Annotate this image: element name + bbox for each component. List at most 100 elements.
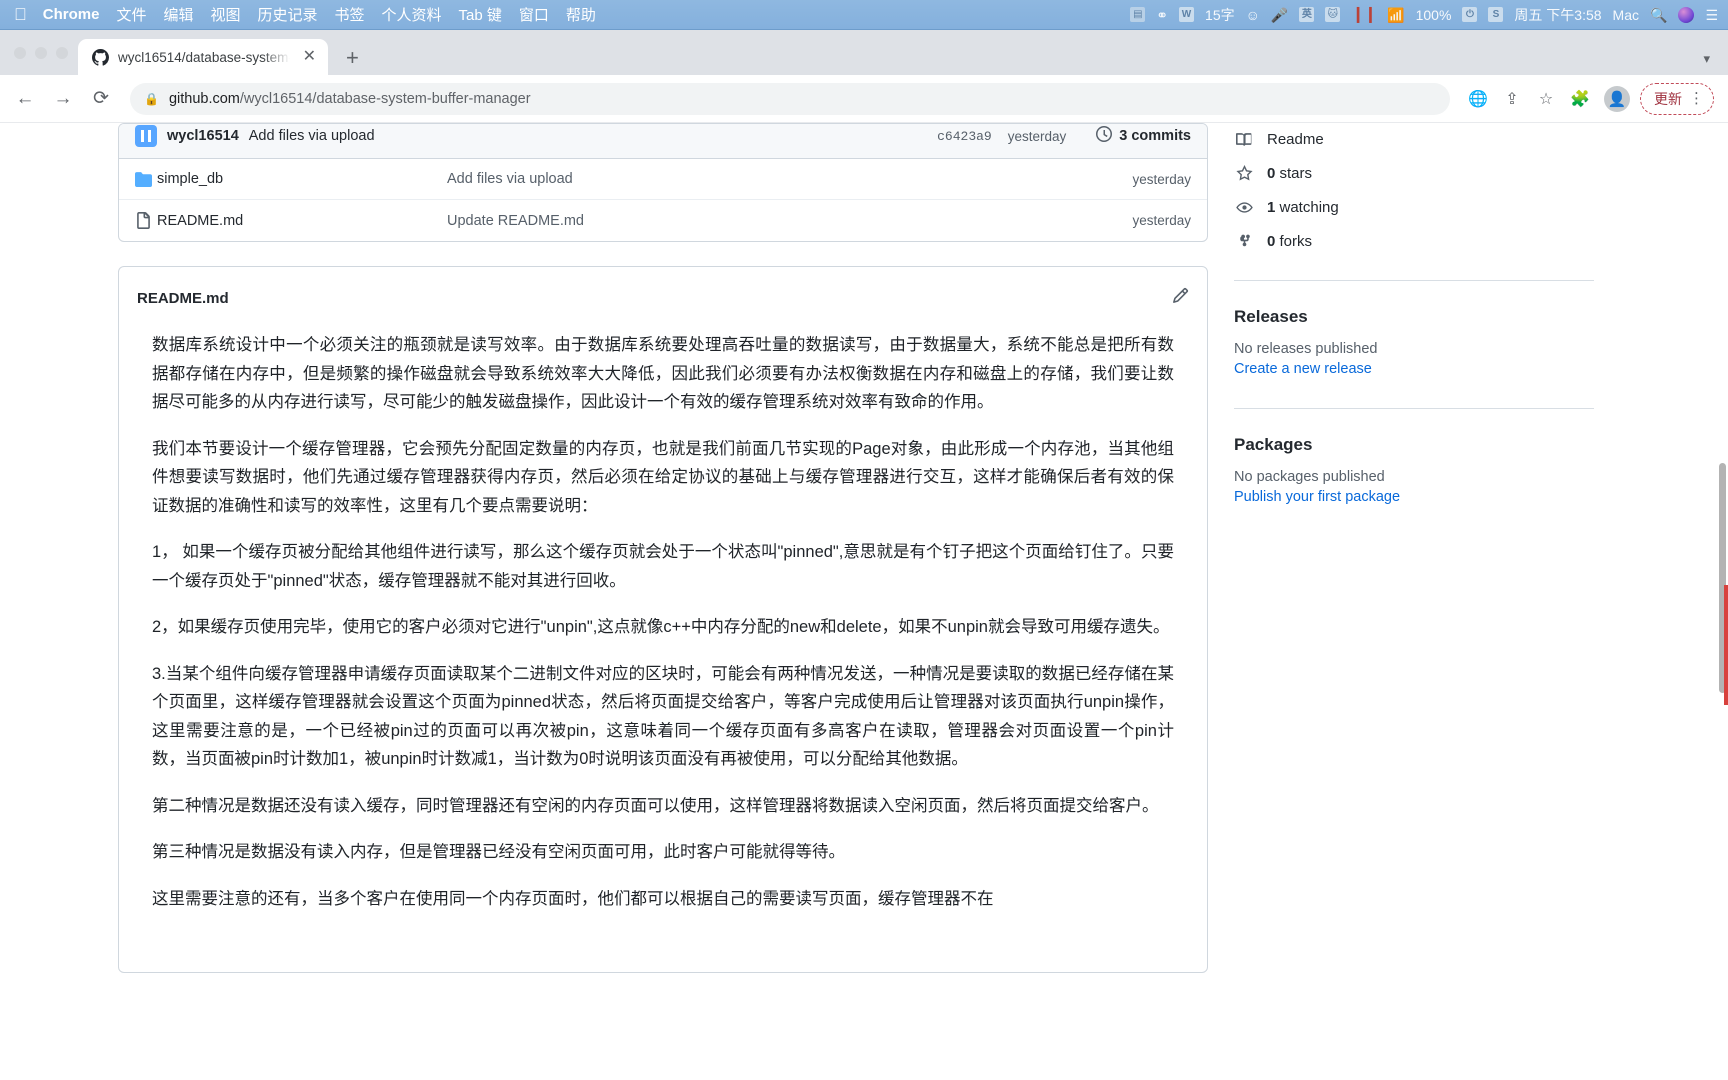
menu-item-bookmarks[interactable]: 书签 (335, 4, 365, 25)
sidebar-item-label: Readme (1267, 131, 1324, 148)
back-button[interactable]: ← (8, 82, 42, 116)
eye-icon (1234, 199, 1254, 216)
minimize-window-button[interactable] (35, 46, 47, 59)
table-row[interactable]: simple_db Add files via upload yesterday (119, 159, 1207, 200)
forks-label: forks (1275, 233, 1313, 250)
ime-char-count: 15字 (1205, 6, 1235, 23)
book-icon (1234, 131, 1254, 148)
profile-avatar[interactable]: 👤 (1604, 85, 1630, 112)
folder-icon (135, 171, 157, 188)
browser-tab-active[interactable]: wycl16514/database-system-b ✕ (78, 39, 328, 75)
readme-content: 数据库系统设计中一个必须关注的瓶颈就是读写效率。由于数据库系统要处理高吞吐量的数… (119, 315, 1207, 972)
screen-recorder-icon[interactable]: ▤ (1130, 7, 1146, 22)
releases-heading: Releases (1234, 307, 1308, 326)
github-favicon-icon (92, 48, 109, 66)
readme-paragraph: 数据库系统设计中一个必须关注的瓶颈就是读写效率。由于数据库系统要处理高吞吐量的数… (152, 336, 1174, 412)
publish-package-link[interactable]: Publish your first package (1234, 489, 1400, 505)
file-icon (135, 212, 157, 229)
translate-icon[interactable]: 🌐 (1462, 83, 1494, 115)
table-row[interactable]: README.md Update README.md yesterday (119, 200, 1207, 241)
commit-message[interactable]: Add files via upload (249, 128, 375, 144)
maximize-window-button[interactable] (56, 46, 68, 59)
releases-section: Releases No releases published Create a … (1234, 307, 1594, 378)
menu-item-tab[interactable]: Tab 键 (459, 4, 502, 25)
tab-search-chevron-down-icon[interactable]: ▾ (1703, 51, 1710, 67)
forward-button[interactable]: → (46, 82, 80, 116)
extensions-puzzle-icon[interactable]: 🧩 (1564, 83, 1596, 115)
fork-icon (1234, 233, 1254, 250)
menu-item-help[interactable]: 帮助 (566, 4, 596, 25)
file-name[interactable]: simple_db (157, 171, 447, 187)
menu-item-history[interactable]: 历史记录 (257, 4, 317, 25)
spotlight-search-icon[interactable]: 🔍 (1650, 8, 1667, 22)
share-icon[interactable]: ⇪ (1496, 83, 1528, 115)
file-listing-box: wycl16514 Add files via upload c6423a9 y… (118, 123, 1208, 242)
file-commit-message[interactable]: Update README.md (447, 213, 1132, 229)
watching-label: watching (1275, 199, 1339, 216)
control-center-icon[interactable]: ☰ (1705, 8, 1718, 22)
close-tab-icon[interactable]: ✕ (299, 47, 320, 67)
file-updated-time: yesterday (1132, 171, 1191, 187)
address-bar-url: github.com/wycl16514/database-system-buf… (169, 91, 531, 107)
file-name[interactable]: README.md (157, 213, 447, 229)
sogou-icon[interactable]: S (1488, 7, 1504, 22)
packages-section: Packages No packages published Publish y… (1234, 435, 1594, 506)
forks-count-wrapper: 0 forks (1267, 233, 1312, 250)
page-layout: wycl16514 Add files via upload c6423a9 y… (0, 123, 1728, 973)
menu-item-profile[interactable]: 个人资料 (382, 4, 442, 25)
bookmark-star-icon[interactable]: ☆ (1530, 83, 1562, 115)
sidebar-divider (1234, 408, 1594, 409)
repo-sidebar: Readme 0 stars 1 watching 0 forks Releas… (1234, 123, 1594, 973)
close-window-button[interactable] (14, 46, 26, 59)
scrollbar-marker (1724, 585, 1728, 705)
update-button-label: 更新 (1654, 90, 1682, 107)
address-bar[interactable]: 🔒 github.com/wycl16514/database-system-b… (130, 82, 1450, 115)
apple-logo-icon[interactable]:  (14, 6, 27, 23)
browser-tab-title: wycl16514/database-system-b (118, 49, 290, 65)
sidebar-item-forks[interactable]: 0 forks (1234, 233, 1594, 250)
avatar[interactable] (135, 125, 157, 147)
menubar-status-area: ▤ ⚭ W 15字 ☺ 🎤 英 🐱 ❙❙ 📶 100% ⏻ S 周五 下午3:5… (1130, 6, 1718, 23)
readme-header: README.md (119, 267, 1207, 315)
sidebar-item-readme[interactable]: Readme (1234, 131, 1594, 148)
pause-icon[interactable]: ❙❙ (1351, 6, 1377, 23)
wifi-icon[interactable]: 📶 (1387, 8, 1404, 22)
about-section: Readme 0 stars 1 watching 0 forks (1234, 131, 1594, 250)
chrome-menu-icon[interactable]: ⋮ (1689, 91, 1704, 106)
readme-paragraph: 我们本节要设计一个缓存管理器，它会预先分配固定数量的内存页，也就是我们前面几节实… (152, 439, 1174, 515)
star-icon (1234, 165, 1254, 182)
sidebar-item-stars[interactable]: 0 stars (1234, 165, 1594, 182)
commits-link[interactable]: 3 commits (1096, 126, 1191, 146)
url-path: /wycl16514/database-system-buffer-manage… (239, 90, 531, 107)
file-commit-message[interactable]: Add files via upload (447, 171, 1132, 187)
menu-item-edit[interactable]: 编辑 (163, 4, 193, 25)
ime-language-icon[interactable]: 英 (1299, 7, 1315, 22)
menu-item-file[interactable]: 文件 (116, 4, 146, 25)
commit-author[interactable]: wycl16514 (167, 128, 239, 144)
create-release-link[interactable]: Create a new release (1234, 361, 1372, 377)
sidebar-item-watching[interactable]: 1 watching (1234, 199, 1594, 216)
readme-box: README.md 数据库系统设计中一个必须关注的瓶颈就是读写效率。由于数据库系… (118, 266, 1208, 973)
edit-pencil-icon[interactable] (1172, 287, 1189, 309)
siri-icon[interactable] (1678, 6, 1695, 23)
menu-item-chrome[interactable]: Chrome (43, 6, 100, 23)
readme-paragraph: 第二种情况是数据还没有读入缓存，同时管理器还有空闲的内存页面可以使用，这样管理器… (152, 796, 1159, 815)
repo-main-column: wycl16514 Add files via upload c6423a9 y… (118, 123, 1208, 973)
clock-datetime[interactable]: 周五 下午3:58 (1514, 8, 1601, 22)
new-tab-button[interactable]: + (346, 47, 359, 69)
cloud-sync-icon[interactable]: ⚭ (1156, 8, 1168, 22)
cat-app-icon[interactable]: 🐱 (1325, 7, 1341, 22)
reload-button[interactable]: ⟳ (84, 82, 118, 116)
url-domain: github.com (168, 90, 240, 107)
battery-percent: 100% (1415, 6, 1452, 23)
user-name[interactable]: Mac (1613, 8, 1639, 22)
commit-sha[interactable]: c6423a9 (937, 129, 992, 144)
wps-icon[interactable]: W (1179, 7, 1195, 22)
smiley-icon[interactable]: ☺ (1246, 8, 1260, 22)
menu-item-window[interactable]: 窗口 (519, 4, 549, 25)
microphone-icon[interactable]: 🎤 (1271, 8, 1288, 22)
readme-paragraph: 第三种情况是数据没有读入内存，但是管理器已经没有空闲页面可用，此时客户可能就得等… (152, 843, 845, 862)
update-button[interactable]: 更新 ⋮ (1640, 82, 1714, 115)
menu-item-view[interactable]: 视图 (210, 4, 240, 25)
battery-charging-icon[interactable]: ⏻ (1462, 7, 1478, 22)
